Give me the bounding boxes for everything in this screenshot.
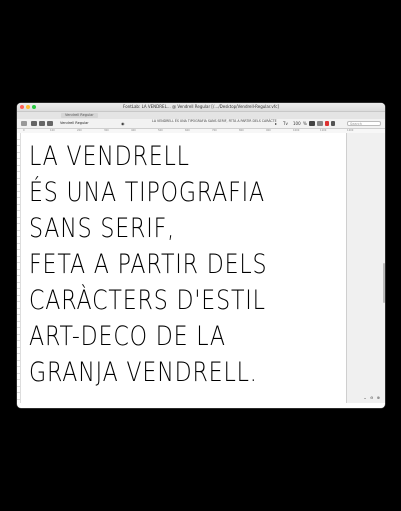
ruler-tick: 900 bbox=[266, 129, 271, 132]
ruler-tick: 400 bbox=[131, 129, 136, 132]
zoom-in-icon[interactable]: ⊕ bbox=[377, 395, 380, 400]
search-input[interactable]: Search bbox=[347, 120, 381, 126]
text-line-6[interactable]: ART-DECO DE LA bbox=[29, 321, 226, 352]
toolbar: Vendrell Regular ◉ LA VENDRELL ÉS UNA TI… bbox=[17, 119, 385, 129]
scroll-down-icon[interactable]: ⌄ bbox=[363, 395, 366, 400]
view-mode-button-2[interactable] bbox=[39, 120, 45, 126]
font-select-value: Vendrell Regular bbox=[60, 120, 89, 125]
caret-icon[interactable]: ▸ bbox=[275, 121, 277, 126]
text-line-7[interactable]: GRANJA VENDRELL. bbox=[29, 357, 258, 388]
ruler-tick: 600 bbox=[185, 129, 190, 132]
zoom-out-icon[interactable]: ⊖ bbox=[370, 395, 373, 400]
color-swatch-red[interactable] bbox=[325, 120, 329, 126]
text-line-3[interactable]: SANS SERIF, bbox=[29, 213, 175, 244]
side-panel: ⌄ ⊖ ⊕ bbox=[346, 133, 385, 403]
zoom-controls: ⌄ ⊖ ⊕ bbox=[361, 395, 380, 400]
text-line-4[interactable]: FETA A PARTIR DELS bbox=[29, 249, 267, 280]
tv-icon[interactable]: Tv bbox=[283, 121, 288, 126]
fontlab-window: FontLab: LA VENDREL… @ Vendrell Regular … bbox=[17, 103, 385, 408]
preview-text[interactable]: LA VENDRELL ÉS UNA TIPOGRAFIA SANS SERIF… bbox=[152, 119, 277, 124]
text-line-2[interactable]: ÉS UNA TIPOGRAFIA bbox=[29, 177, 265, 208]
tool-button-2[interactable] bbox=[317, 120, 323, 126]
search-placeholder: Search bbox=[350, 121, 363, 126]
close-window-button[interactable] bbox=[20, 105, 24, 109]
ruler-tick: 100 bbox=[50, 129, 55, 132]
view-mode-button-1[interactable] bbox=[31, 120, 37, 126]
view-mode-button-3[interactable] bbox=[47, 120, 53, 126]
ruler-tick: 800 bbox=[239, 129, 244, 132]
ruler-tick: 500 bbox=[158, 129, 163, 132]
text-line-1[interactable]: LA VENDRELL bbox=[29, 141, 190, 172]
ruler-tick: 700 bbox=[212, 129, 217, 132]
ruler-tick: 1200 bbox=[347, 129, 354, 132]
ruler-tick: 1000 bbox=[293, 129, 300, 132]
text-canvas[interactable]: LA VENDRELL ÉS UNA TIPOGRAFIA SANS SERIF… bbox=[21, 133, 347, 403]
ruler-tick: 200 bbox=[77, 129, 82, 132]
text-line-5[interactable]: CARÀCTERS D'ESTIL bbox=[29, 285, 266, 316]
eye-icon[interactable]: ◉ bbox=[121, 121, 125, 126]
tool-button-1[interactable] bbox=[309, 120, 315, 126]
pen-icon[interactable] bbox=[331, 120, 335, 126]
minimize-window-button[interactable] bbox=[26, 105, 30, 109]
ruler-tick: 1100 bbox=[320, 129, 327, 132]
font-select[interactable]: Vendrell Regular bbox=[59, 121, 90, 126]
window-title: FontLab: LA VENDREL… @ Vendrell Regular … bbox=[123, 104, 279, 109]
zoom-level[interactable]: 100 bbox=[293, 121, 301, 126]
ruler-tick: 0 bbox=[23, 129, 25, 132]
vertical-scrollbar[interactable] bbox=[383, 263, 385, 303]
ruler-tick: 300 bbox=[104, 129, 109, 132]
sidebar-toggle-button[interactable] bbox=[21, 120, 27, 126]
tab-vendrell-regular[interactable]: Vendrell Regular bbox=[61, 113, 98, 118]
percent-icon: % bbox=[303, 120, 307, 126]
title-bar: FontLab: LA VENDREL… @ Vendrell Regular … bbox=[17, 103, 385, 111]
zoom-window-button[interactable] bbox=[32, 105, 36, 109]
